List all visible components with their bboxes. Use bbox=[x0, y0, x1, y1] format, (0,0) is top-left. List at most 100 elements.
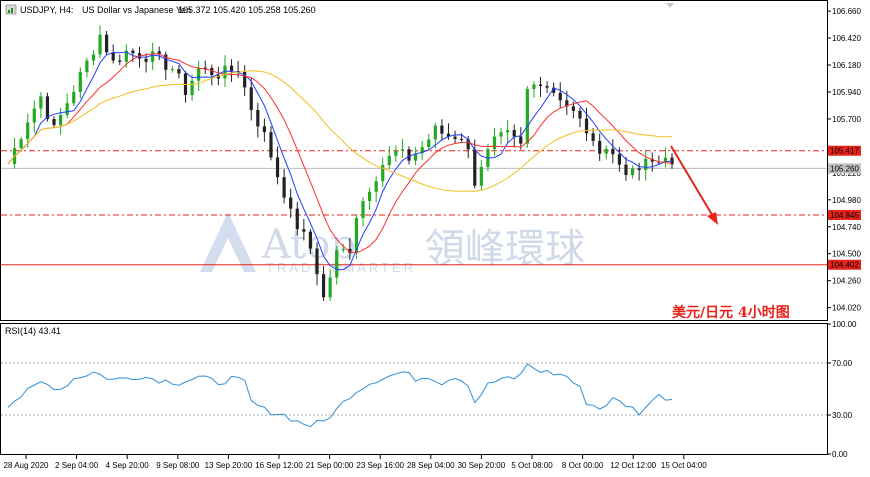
candle-body bbox=[321, 274, 326, 298]
candle-body bbox=[578, 110, 582, 119]
scroll-marker-icon[interactable] bbox=[666, 3, 674, 8]
rsi-tick-label: 70.00 bbox=[832, 359, 853, 368]
time-tick-label: 30 Sep 20:00 bbox=[458, 461, 506, 470]
candle-body bbox=[295, 208, 299, 230]
ma-line-slow-ma bbox=[7, 70, 673, 192]
rsi-tick-label: 30.00 bbox=[832, 411, 853, 420]
candle-body bbox=[26, 122, 30, 140]
candle-body bbox=[598, 140, 602, 154]
price-tick-label: 106.660 bbox=[832, 7, 861, 16]
candle-body bbox=[91, 54, 96, 61]
chart-menu-icon-bar bbox=[11, 8, 13, 13]
candle-body bbox=[604, 148, 608, 154]
price-tick-label: 106.180 bbox=[832, 61, 861, 70]
candle-body bbox=[637, 168, 641, 171]
price-tick-label: 104.500 bbox=[832, 250, 861, 259]
candle-body bbox=[39, 96, 43, 109]
candle-body bbox=[229, 65, 234, 71]
candle-body bbox=[394, 150, 398, 156]
symbol-description: US Dollar vs Japanese Yen bbox=[82, 5, 191, 15]
candle-body bbox=[335, 250, 339, 278]
time-tick-label: 5 Oct 08:00 bbox=[511, 461, 553, 470]
candle-body bbox=[400, 149, 405, 151]
candle-body bbox=[72, 91, 76, 104]
candle-body bbox=[571, 106, 575, 111]
price-tick-label: 104.740 bbox=[832, 223, 861, 232]
candle-body bbox=[644, 158, 648, 171]
candle-body bbox=[32, 108, 36, 123]
price-tick-label: 106.420 bbox=[832, 34, 861, 43]
arrow-head-icon bbox=[707, 212, 718, 225]
candle-body bbox=[78, 72, 82, 92]
candle-body bbox=[177, 69, 181, 74]
candle-body bbox=[275, 157, 280, 178]
candle-body bbox=[525, 88, 529, 144]
candle-body bbox=[611, 148, 615, 155]
candle-body bbox=[58, 114, 63, 126]
candle-body bbox=[453, 136, 457, 139]
candle-body bbox=[367, 191, 372, 202]
candle-body bbox=[427, 139, 431, 148]
candle-body bbox=[302, 229, 306, 232]
candle-body bbox=[131, 50, 135, 54]
candle-body bbox=[374, 181, 378, 192]
candle-body bbox=[538, 84, 543, 87]
support-price-label-2: 104.402 bbox=[830, 261, 859, 270]
price-axis-labels: 106.660 106.420 106.180 105.940 105.700 105.2… bbox=[827, 7, 861, 313]
rsi-tick-label: 0.00 bbox=[832, 450, 848, 459]
time-tick-label: 2 Sep 04:00 bbox=[55, 461, 99, 470]
candle-body bbox=[210, 67, 214, 76]
price-tick-label: 104.260 bbox=[832, 277, 861, 286]
candle-body bbox=[473, 149, 477, 186]
candle-body bbox=[45, 96, 50, 120]
chart-title: 美元/日元 4小时图 bbox=[672, 304, 790, 321]
time-tick-label: 21 Sep 00:00 bbox=[306, 461, 354, 470]
candle-body bbox=[308, 231, 313, 249]
candle-body bbox=[262, 126, 266, 133]
time-tick-label: 16 Sep 12:00 bbox=[255, 461, 303, 470]
trading-chart: USDJPY, H4: US Dollar vs Japanese Yen 10… bbox=[0, 0, 861, 470]
reference-lines bbox=[1, 150, 827, 266]
time-tick-label: 12 Oct 12:00 bbox=[610, 461, 656, 470]
time-tick-label: 15 Oct 04:00 bbox=[661, 461, 707, 470]
time-tick-label: 28 Aug 2020 bbox=[4, 461, 49, 470]
candle-body bbox=[341, 248, 345, 251]
support-price-label-1: 104.845 bbox=[830, 211, 859, 220]
candle-body bbox=[197, 67, 201, 81]
candle-body bbox=[387, 155, 391, 166]
time-tick-label: 9 Sep 08:00 bbox=[156, 461, 200, 470]
candle-body bbox=[289, 197, 293, 209]
time-tick-label: 28 Sep 04:00 bbox=[407, 461, 455, 470]
candle-body bbox=[591, 133, 595, 141]
candle-body bbox=[558, 92, 562, 101]
time-tick-label: 4 Sep 20:00 bbox=[106, 461, 150, 470]
candle-body bbox=[506, 130, 510, 133]
candle-body bbox=[105, 34, 109, 53]
candle-body bbox=[170, 69, 174, 71]
candle-body bbox=[282, 177, 286, 198]
candle-body bbox=[151, 51, 155, 62]
forecast-arrow bbox=[670, 145, 718, 225]
candle-body bbox=[499, 132, 503, 137]
candle-body bbox=[532, 84, 536, 89]
resistance-price-label: 105.417 bbox=[830, 147, 859, 156]
candle-body bbox=[512, 130, 516, 137]
rsi-indicator: 100.00 70.00 30.00 0.00 bbox=[1, 320, 857, 459]
candle-body bbox=[19, 139, 23, 149]
watermark-logo-icon bbox=[200, 212, 256, 272]
candle-body bbox=[433, 125, 437, 140]
candle-body bbox=[440, 125, 444, 134]
candle-body bbox=[492, 136, 497, 150]
candle-body bbox=[52, 119, 56, 126]
watermark: Atop 領峰環球 TRADE SMARTER bbox=[200, 212, 585, 275]
ohlc-values: 105.372 105.420 105.258 105.260 bbox=[178, 5, 316, 15]
rsi-line bbox=[7, 363, 673, 428]
symbol-label: USDJPY, H4: bbox=[20, 5, 73, 15]
candle-body bbox=[190, 80, 194, 96]
rsi-label: RSI(14) 43.41 bbox=[5, 326, 61, 336]
candle-body bbox=[519, 136, 523, 144]
current-price-label: 105.260 bbox=[830, 164, 859, 173]
candle-body bbox=[111, 52, 115, 61]
candle-body bbox=[249, 87, 253, 110]
candle-body bbox=[269, 132, 273, 158]
